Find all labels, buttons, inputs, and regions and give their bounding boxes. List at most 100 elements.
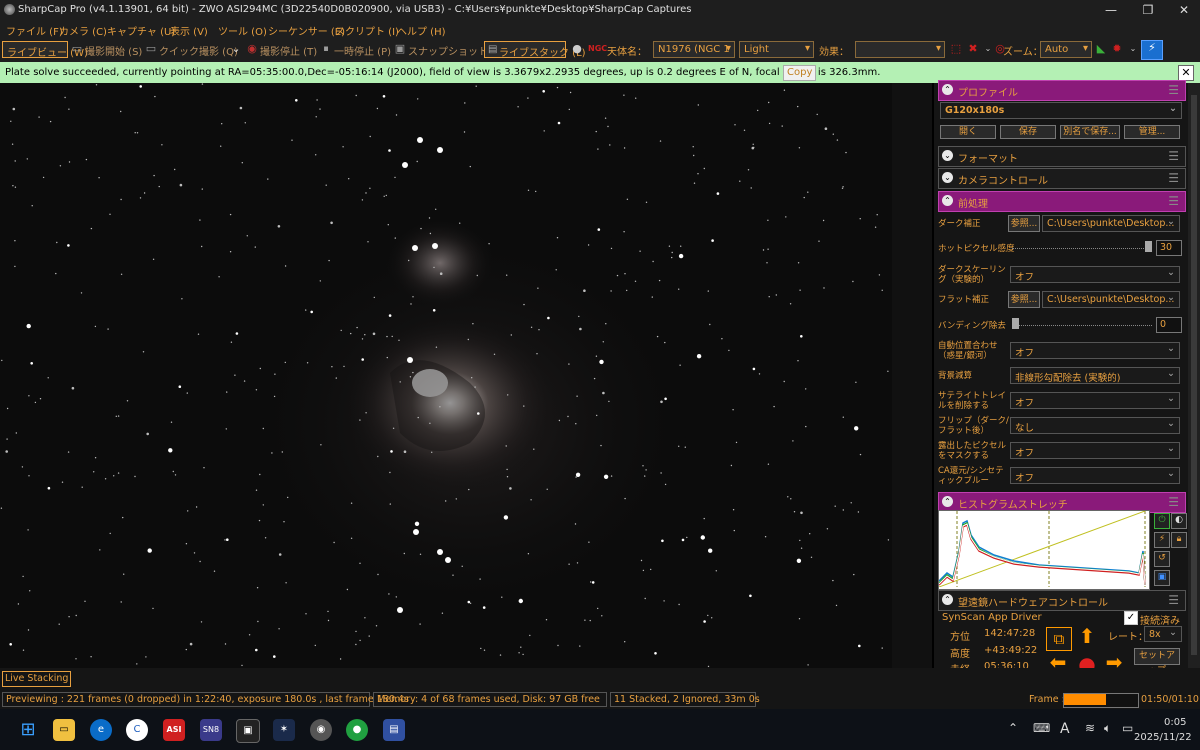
setup-button[interactable]: セットアップ [1134, 648, 1180, 676]
taskbar-time[interactable]: 0:05 [1164, 717, 1186, 728]
flat-path-select[interactable]: C:\Users\punkte\Desktop... [1042, 291, 1180, 308]
ccleaner-icon[interactable]: C [126, 719, 148, 741]
menu-icon[interactable]: ☰ [1168, 495, 1179, 509]
profile-manage-button[interactable]: 管理... [1124, 125, 1180, 139]
zoom-select[interactable]: Auto [1040, 41, 1092, 58]
hot-pixel-value[interactable]: 30 [1156, 240, 1182, 256]
close-notification-button[interactable]: ✕ [1178, 65, 1194, 81]
menu-view[interactable]: 表示 (V) [170, 23, 208, 38]
camera-control-section-header[interactable]: ⌄ カメラコントロール ☰ [938, 168, 1186, 189]
taskbar-date[interactable]: 2025/11/22 [1134, 732, 1192, 743]
crosshair-icon[interactable]: ✖ [966, 42, 980, 56]
flat-browse-button[interactable]: 参照... [1008, 291, 1040, 308]
edge-icon[interactable]: e [90, 719, 112, 741]
plug-icon[interactable]: ⚡ [1141, 40, 1163, 60]
copy-button[interactable]: Copy [783, 65, 817, 81]
menu-icon[interactable]: ☰ [1168, 149, 1179, 163]
scrollbar-thumb[interactable] [1191, 95, 1197, 655]
menu-capture[interactable]: キャプチャ (U) [107, 23, 175, 38]
auto-align-select[interactable]: オフ [1010, 342, 1180, 359]
battery-icon[interactable]: ▭ [1122, 721, 1133, 735]
arrow-up-button[interactable]: ⬆ [1075, 625, 1099, 647]
banding-value[interactable]: 0 [1156, 317, 1182, 333]
stop-capture-button[interactable]: 撮影停止 (T) [260, 43, 317, 58]
dark-scaling-select[interactable]: オフ [1010, 266, 1180, 283]
lock-icon[interactable]: 🔒︎ [1171, 532, 1187, 548]
green-app-icon[interactable]: ● [346, 719, 368, 741]
chevron-down-icon[interactable]: ⌄ [229, 42, 243, 56]
remote-app-icon[interactable]: ▤ [383, 719, 405, 741]
menu-icon[interactable]: ☰ [1168, 171, 1179, 185]
connected-checkbox[interactable]: ✓ [1124, 611, 1138, 625]
menu-file[interactable]: ファイル (F) [6, 23, 63, 38]
speaker-icon[interactable]: 🔈︎ [1104, 721, 1111, 736]
save-icon[interactable]: ▣ [1154, 570, 1170, 586]
sn8-icon[interactable]: SN8 [200, 719, 222, 741]
menu-icon[interactable]: ☰ [1168, 194, 1179, 208]
profile-save-button[interactable]: 保存 [1000, 125, 1056, 139]
close-window-button[interactable]: ✕ [1166, 0, 1200, 20]
target-select[interactable]: N1976 (NGC 1 [653, 41, 735, 58]
menu-sequencer[interactable]: シーケンサー (E) [268, 23, 345, 38]
menu-camera[interactable]: カメラ (C) [59, 23, 107, 38]
rate-select[interactable]: 8x [1144, 626, 1182, 642]
profile-save-as-button[interactable]: 別名で保存... [1060, 125, 1120, 139]
panel-scrollbar[interactable] [1188, 83, 1200, 668]
reset-icon[interactable]: ↺ [1154, 551, 1170, 567]
power-icon[interactable]: ⏻ [1154, 513, 1170, 529]
hot-pixel-slider[interactable] [1012, 241, 1152, 253]
histogram-display[interactable] [938, 510, 1150, 590]
live-stack-button[interactable]: ▤ ライブスタック (L) [484, 41, 586, 59]
asi-studio-icon[interactable]: ASI [163, 719, 185, 741]
dark-path-select[interactable]: C:\Users\punkte\Desktop... [1042, 215, 1180, 232]
sharpcap-taskbar-icon[interactable]: ◉ [310, 719, 332, 741]
background-subtract-select[interactable]: 非線形勾配除去 (実験的) [1010, 367, 1180, 384]
app-box-icon[interactable]: ▣ [236, 719, 260, 743]
chevron-up-icon[interactable]: ⌃ [1008, 721, 1018, 735]
lightning-icon[interactable]: ⚡ [1154, 532, 1170, 548]
maximize-button[interactable]: ❐ [1130, 0, 1166, 20]
menu-icon[interactable]: ☰ [1168, 83, 1179, 97]
minimize-button[interactable]: — [1093, 0, 1129, 20]
hot-pixel-slider-knob[interactable] [1145, 241, 1152, 252]
pause-button[interactable]: 一時停止 (P) [334, 43, 391, 58]
windows-start-icon[interactable]: ⊞ [17, 719, 39, 741]
stop-slew-button[interactable]: ● [1075, 653, 1099, 668]
profile-select[interactable]: G120x180s [940, 102, 1182, 119]
effect-select[interactable] [855, 41, 945, 58]
park-icon[interactable]: ⧉ [1046, 627, 1072, 651]
frame-type-select[interactable]: Light [739, 41, 814, 58]
arrow-right-button[interactable]: ➡ [1102, 651, 1126, 668]
telescope-section-header[interactable]: ⌃ 望遠鏡ハードウェアコントロール ☰ [938, 590, 1186, 611]
ime-indicator[interactable]: A [1060, 721, 1070, 737]
astrometry-icon[interactable]: ✶ [273, 719, 295, 741]
profile-section-header[interactable]: ⌃ プロファイル ☰ [938, 80, 1186, 101]
profile-open-button[interactable]: 開く [940, 125, 996, 139]
wifi-icon[interactable]: ≋ [1085, 721, 1095, 735]
histogram-icon[interactable]: ◣ [1094, 42, 1108, 56]
roi-icon[interactable]: ⬚ [949, 42, 963, 56]
gear-icon[interactable]: ✹ [1110, 42, 1124, 56]
chevron-down-icon[interactable]: ⌄ [1126, 42, 1140, 56]
menu-icon[interactable]: ☰ [1168, 593, 1179, 607]
flip-select[interactable]: なし [1010, 417, 1180, 434]
banding-slider-knob[interactable] [1012, 318, 1019, 329]
format-section-header[interactable]: ⌄ フォーマット ☰ [938, 146, 1186, 167]
banding-slider[interactable] [1012, 318, 1152, 330]
menu-tools[interactable]: ツール (O) [218, 23, 267, 38]
contrast-icon[interactable]: ◐ [1171, 513, 1187, 529]
live-stacking-tab[interactable]: Live Stacking [2, 671, 72, 687]
menu-script[interactable]: スクリプト (I) [335, 23, 399, 38]
overexposed-mask-select[interactable]: オフ [1010, 442, 1180, 459]
live-image-view[interactable] [0, 83, 892, 668]
moon-icon[interactable]: ● [570, 42, 584, 56]
dark-browse-button[interactable]: 参照... [1008, 215, 1040, 232]
arrow-left-button[interactable]: ⬅ [1046, 651, 1070, 668]
quick-capture-button[interactable]: クイック撮影 (Q) [159, 43, 238, 58]
preprocess-section-header[interactable]: ⌃ 前処理 ☰ [938, 191, 1186, 212]
ca-correction-select[interactable]: オフ [1010, 467, 1180, 484]
satellite-trail-select[interactable]: オフ [1010, 392, 1180, 409]
start-capture-button[interactable]: 撮影開始 (S) [85, 43, 142, 58]
file-explorer-icon[interactable]: ▭ [53, 719, 75, 741]
keyboard-icon[interactable]: ⌨ [1033, 721, 1050, 735]
